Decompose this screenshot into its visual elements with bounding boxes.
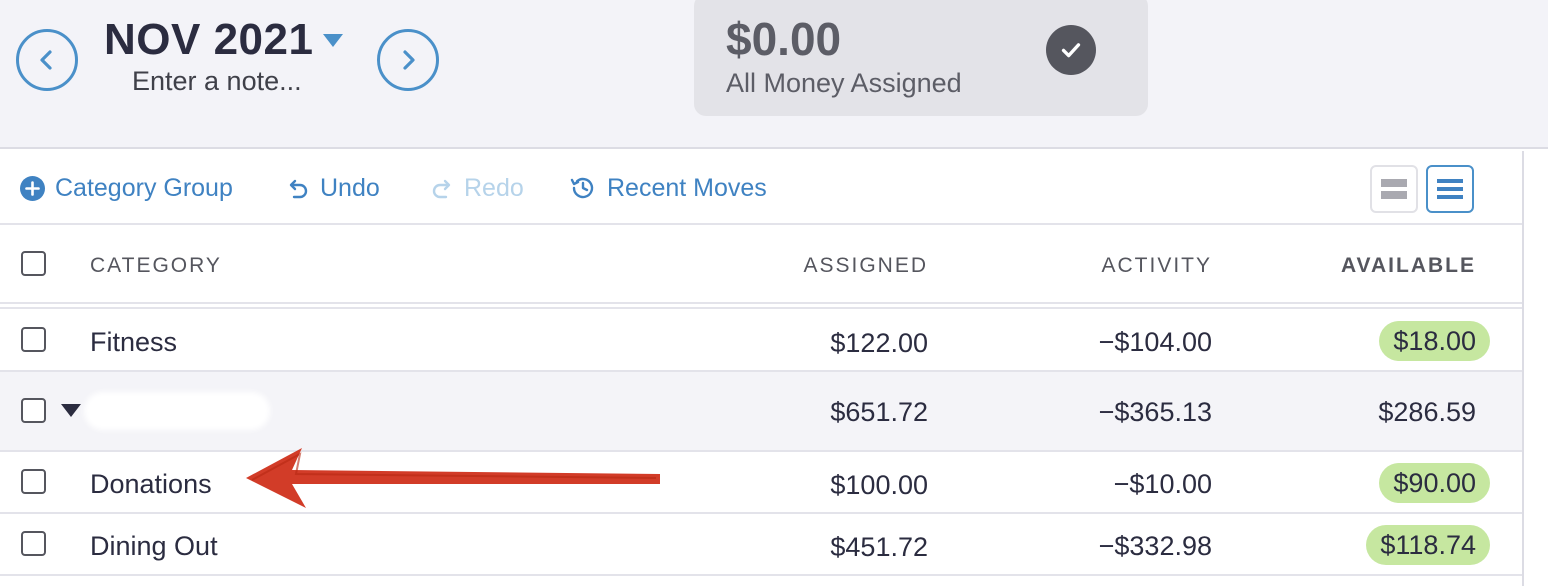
category-group-row[interactable]: $651.72 −$365.13 $286.59 bbox=[0, 372, 1522, 452]
budget-toolbar: Category Group Undo Redo Recent Moves bbox=[0, 151, 1522, 225]
history-icon bbox=[570, 177, 594, 199]
category-row[interactable]: Dining Out $451.72 −$332.98 $118.74 bbox=[0, 514, 1522, 576]
group-activity-amount: −$365.13 bbox=[1098, 397, 1212, 427]
row-checkbox[interactable] bbox=[21, 531, 46, 556]
redo-icon bbox=[432, 179, 451, 199]
group-assigned-amount: $651.72 bbox=[830, 397, 928, 427]
column-header-available[interactable]: AVAILABLE bbox=[1341, 254, 1476, 278]
row-checkbox[interactable] bbox=[21, 469, 46, 494]
list-view-button[interactable] bbox=[1426, 165, 1474, 213]
recent-moves-button[interactable]: Recent Moves bbox=[569, 173, 767, 203]
previous-month-button[interactable] bbox=[16, 29, 78, 91]
activity-amount[interactable]: −$10.00 bbox=[1114, 468, 1212, 500]
panel-divider bbox=[1522, 151, 1524, 586]
to-be-assigned-label: All Money Assigned bbox=[726, 68, 962, 98]
recent-moves-label: Recent Moves bbox=[607, 173, 767, 202]
available-pill[interactable]: $18.00 bbox=[1379, 321, 1490, 361]
table-header: CATEGORY ASSIGNED ACTIVITY AVAILABLE bbox=[0, 226, 1522, 304]
to-be-assigned-panel[interactable]: $0.00 All Money Assigned bbox=[694, 0, 1148, 116]
select-all-checkbox[interactable] bbox=[21, 251, 46, 276]
category-row[interactable]: Donations $100.00 −$10.00 $90.00 bbox=[0, 452, 1522, 514]
undo-label: Undo bbox=[320, 173, 380, 202]
to-be-assigned-amount: $0.00 bbox=[726, 13, 842, 65]
category-name[interactable]: Donations bbox=[90, 468, 212, 500]
header-divider bbox=[0, 305, 1522, 309]
collapse-caret-icon[interactable] bbox=[61, 404, 81, 417]
next-month-button[interactable] bbox=[377, 29, 439, 91]
column-header-category[interactable]: CATEGORY bbox=[90, 254, 222, 278]
activity-amount[interactable]: −$104.00 bbox=[1099, 326, 1212, 358]
plus-circle-icon bbox=[20, 175, 45, 201]
compact-view-button[interactable] bbox=[1370, 165, 1418, 213]
month-note-input[interactable]: Enter a note... bbox=[132, 64, 302, 98]
month-title[interactable]: NOV 2021 bbox=[104, 14, 313, 66]
chevron-right-icon bbox=[403, 50, 415, 70]
budget-header: NOV 2021 Enter a note... $0.00 All Money… bbox=[0, 0, 1548, 149]
row-checkbox[interactable] bbox=[21, 398, 46, 423]
add-category-group-button[interactable]: Category Group bbox=[20, 173, 233, 203]
compact-rows-icon bbox=[1381, 179, 1407, 199]
redo-button[interactable]: Redo bbox=[430, 173, 524, 203]
assigned-amount[interactable]: $451.72 bbox=[830, 531, 928, 563]
list-rows-icon bbox=[1437, 179, 1463, 199]
row-checkbox[interactable] bbox=[21, 327, 46, 352]
assigned-amount[interactable]: $122.00 bbox=[830, 327, 928, 359]
caret-down-icon[interactable] bbox=[323, 34, 343, 47]
undo-button[interactable]: Undo bbox=[286, 173, 380, 203]
chevron-left-icon bbox=[40, 50, 52, 70]
column-header-activity[interactable]: ACTIVITY bbox=[1101, 254, 1212, 278]
assigned-amount[interactable]: $100.00 bbox=[830, 469, 928, 501]
add-category-group-label: Category Group bbox=[55, 173, 233, 202]
redacted-group-name bbox=[84, 392, 270, 430]
group-available-amount: $286.59 bbox=[1378, 397, 1476, 427]
available-pill[interactable]: $118.74 bbox=[1366, 525, 1490, 565]
category-row[interactable]: Fitness $122.00 −$104.00 $18.00 bbox=[0, 310, 1522, 372]
category-name[interactable]: Fitness bbox=[90, 326, 177, 358]
redo-label: Redo bbox=[464, 173, 524, 202]
checkmark-circle-icon bbox=[1046, 25, 1096, 75]
category-name[interactable]: Dining Out bbox=[90, 530, 218, 562]
available-pill[interactable]: $90.00 bbox=[1379, 463, 1490, 503]
undo-icon bbox=[289, 179, 308, 199]
activity-amount[interactable]: −$332.98 bbox=[1099, 530, 1212, 562]
column-header-assigned[interactable]: ASSIGNED bbox=[803, 254, 928, 278]
